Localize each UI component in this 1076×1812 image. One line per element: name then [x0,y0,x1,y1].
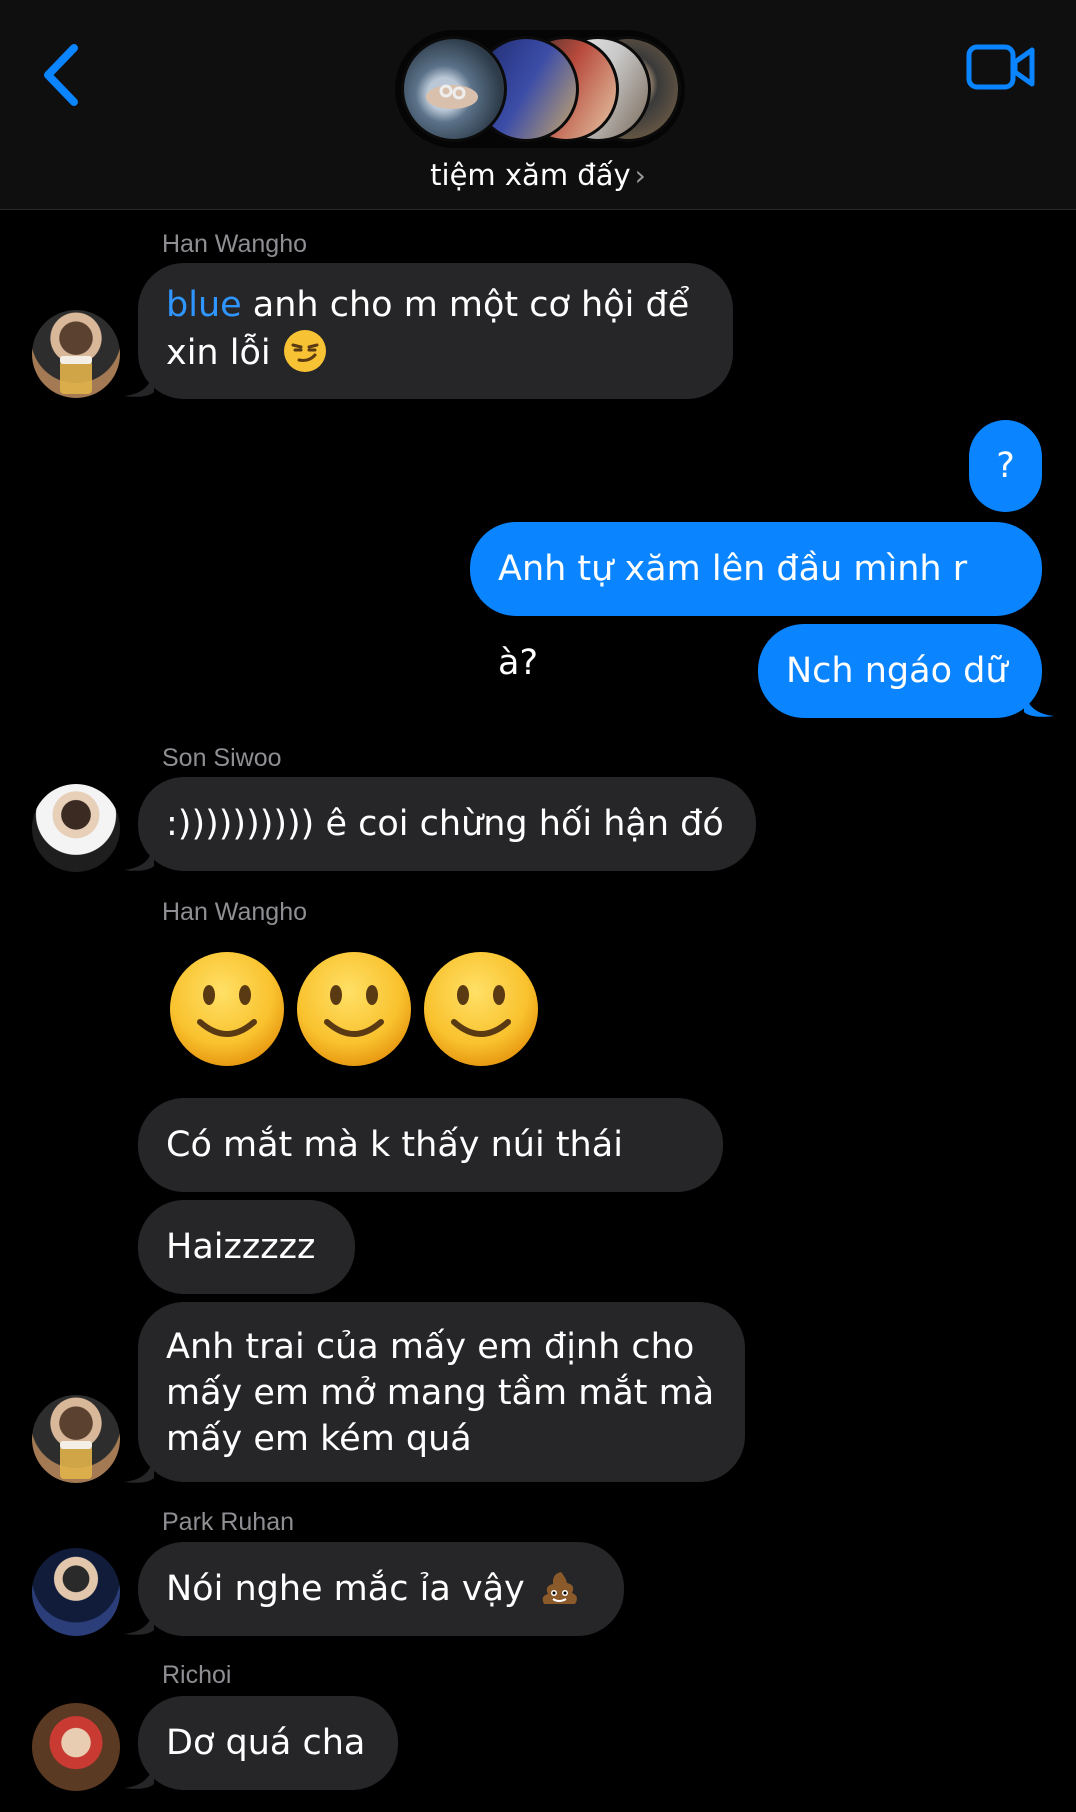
group-name: tiệm xăm đấy [430,158,631,192]
avatar-park-ruhan[interactable] [32,1548,120,1636]
message-bubble[interactable]: Có mắt mà k thấy núi thái sơn [138,1098,723,1259]
beer-glass-icon [60,356,92,394]
message-bubble[interactable]: Nch ngáo dữ [758,624,1042,718]
smirk-emoji [283,330,326,372]
message-text: ? [996,446,1015,486]
sender-name: Son Siwoo [162,744,282,772]
group-member-avatar [401,36,507,142]
sender-name: Han Wangho [162,898,307,926]
sender-name: Richoi [162,1661,232,1689]
slightly-smiling-emoji [170,952,284,1066]
message-bubble[interactable]: :)))))))))) ê coi chừng hối hận đó [138,777,756,871]
hand-rings-icon [426,84,478,109]
message-text: Nch ngáo dữ [786,651,1008,691]
group-avatar-stack[interactable] [395,30,685,148]
poop-emoji [542,1572,577,1604]
avatar-son-siwoo[interactable] [32,784,120,872]
message-bubble[interactable]: Anh trai của mấy em định cho mấy em mở m… [138,1302,745,1482]
back-button[interactable] [38,40,88,110]
message-bubble[interactable]: Anh tự xăm lên đầu mình r à? [470,522,1042,683]
video-camera-icon [966,44,1035,90]
message-bubble[interactable]: ? [969,420,1042,512]
avatar-han-wangho[interactable] [32,1395,120,1483]
video-call-button[interactable] [966,42,1036,92]
message-text: Anh trai của mấy em định cho mấy em mở m… [166,1327,715,1459]
message-text: Dơ quá cha [166,1723,366,1763]
slightly-smiling-emoji [297,952,411,1066]
message-text: Nói nghe mắc ỉa vậy [166,1569,536,1609]
chevron-left-icon [44,44,78,106]
beer-glass-icon [60,1441,92,1479]
message-bubble[interactable]: Nói nghe mắc ỉa vậy [138,1542,624,1636]
mention-link[interactable]: blue [166,285,242,325]
message-bubble[interactable]: blue anh cho m một cơ hội để xin lỗi [138,263,733,399]
message-bubble[interactable]: Haizzzzz [138,1200,355,1294]
conversation-header: tiệm xăm đấy › [0,0,1076,210]
message-bubble[interactable]: Dơ quá cha [138,1696,398,1790]
avatar-richoi[interactable] [32,1703,120,1791]
message-text: Haizzzzz [166,1227,316,1267]
group-name-button[interactable]: tiệm xăm đấy › [0,158,1076,192]
sender-name: Park Ruhan [162,1508,295,1536]
sender-name: Han Wangho [162,230,307,258]
slightly-smiling-emoji [424,952,538,1066]
message-text: anh cho m một cơ hội để xin lỗi [166,285,690,373]
message-text: :)))))))))) ê coi chừng hối hận đó [166,804,724,844]
chevron-right-icon: › [634,159,646,192]
avatar-han-wangho[interactable] [32,310,120,398]
